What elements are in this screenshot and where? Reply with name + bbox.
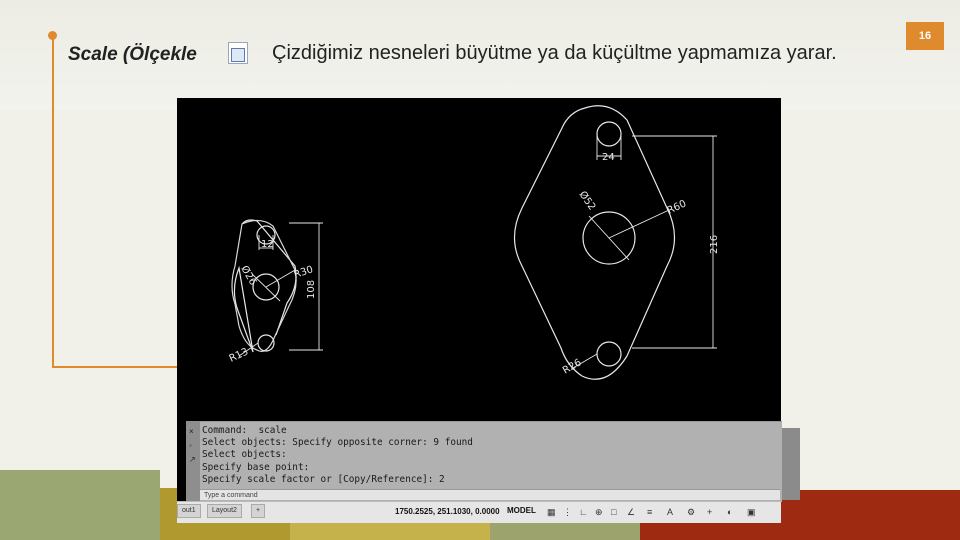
lineweight-icon[interactable]: ≡ [647,507,652,517]
command-input[interactable]: Type a command [200,489,780,500]
dim-small-width: 12 [261,239,274,250]
dim-large-radius: R60 [666,198,688,216]
tab-layout2[interactable]: Layout2 [207,504,242,518]
command-line: Command: scale [202,425,287,436]
window-icon [228,42,248,64]
timeline-line-horizontal [52,366,180,368]
annotation-icon[interactable]: A [667,507,673,517]
slide-description: Çizdiğimiz nesneleri büyütme ya da küçül… [272,42,837,64]
isolate-icon[interactable]: ◐ [727,507,732,517]
otrack-icon[interactable]: ∠ [627,507,635,518]
settings-icon[interactable]: + [707,507,712,517]
recent-commands-icon[interactable]: ↗ [189,455,196,464]
dim-large-radius-bottom: R26 [561,357,584,376]
workspace-icon[interactable]: ⚙ [687,507,695,518]
close-icon[interactable]: × [189,427,194,436]
window-shadow [782,428,800,500]
page-number: 16 [906,22,944,50]
tab-layout1[interactable]: out1 [177,504,201,518]
command-line: Select objects: Specify opposite corner:… [202,437,473,449]
command-line: Specify base point: [202,461,310,473]
coordinates-readout: 1750.2525, 251.1030, 0.0000 [395,507,500,516]
customize-icon[interactable]: ◦ [189,441,192,450]
tab-add[interactable]: + [251,504,266,518]
large-bottom-hole [596,341,622,367]
polar-icon[interactable]: ⊕ [595,507,603,518]
ortho-icon[interactable]: ∟ [579,507,588,517]
command-history: Command: scale Select objects: Specify o… [202,425,473,486]
status-bar: out1 Layout2 + 1750.2525, 251.1030, 0.00… [177,501,781,523]
command-line: Specify scale factor or [Copy/Reference]… [202,473,445,485]
dim-small-radius-bottom: R13 [228,346,250,364]
model-space-button[interactable]: MODEL [507,506,536,515]
dim-large-width: 24 [602,152,615,163]
dim-large-height: 216 [709,235,720,254]
slide-heading: Scale (Ölçekle [68,44,197,65]
osnap-icon[interactable]: □ [611,507,616,517]
large-top-hole [596,121,622,147]
dim-small-height: 108 [306,280,317,299]
snap-icon[interactable]: ⋮ [563,507,572,518]
command-side-toolbar: × ◦ ↗ [186,421,200,501]
command-line: Select objects: [202,449,287,461]
timeline-line-vertical [52,36,54,368]
dim-large-diameter: Ø52 [577,189,599,213]
dim-small-radius: R30 [293,264,315,281]
fullscreen-icon[interactable]: ▣ [747,507,756,518]
grid-icon[interactable]: ▦ [547,507,556,518]
